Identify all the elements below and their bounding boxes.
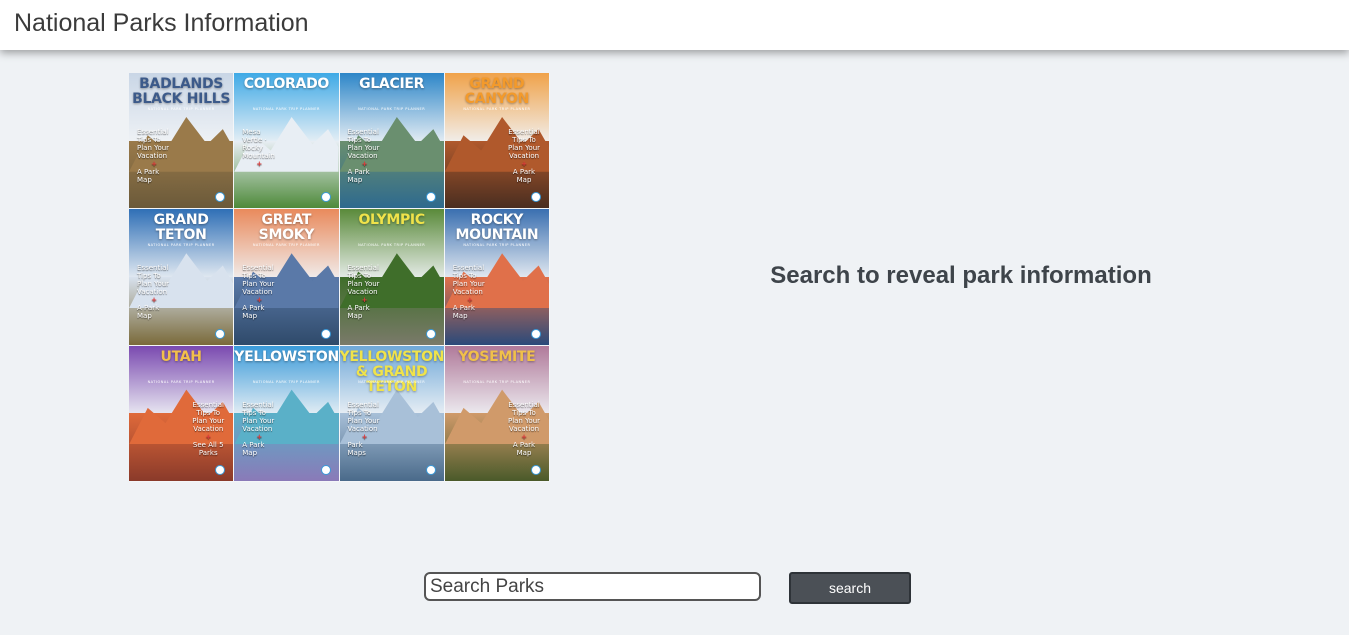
cover-tips-text: Essential Tips To Plan Your Vacation	[347, 400, 380, 433]
cover-tips-text: Essential Tips To Plan Your Vacation	[452, 264, 485, 297]
cover-subtitle: NATIONAL PARK TRIP PLANNER	[358, 107, 426, 111]
cover-subtitle: NATIONAL PARK TRIP PLANNER	[463, 107, 531, 111]
cover-tips-text: Essential Tips To Plan Your Vacation	[507, 128, 541, 160]
app-header: National Parks Information	[0, 0, 1349, 50]
cover-extra-text: A Park Map	[512, 440, 536, 457]
plus-icon: +	[361, 432, 368, 441]
cover-title: YELLOWSTONE & GRAND TETON	[339, 348, 445, 395]
cover-tips: Mesa Verde · Rocky Mountain +	[242, 128, 276, 168]
cover-tips-text: Essential Tips To Plan Your Vacation	[137, 264, 170, 297]
cover-title: UTAH	[160, 348, 202, 365]
park-guide-cover: COLORADO NATIONAL PARK TRIP PLANNER Mesa V…	[234, 73, 340, 210]
plus-icon: +	[521, 432, 527, 441]
cover-title: ROCKY MOUNTAIN	[455, 212, 539, 244]
park-guide-cover: UTAH NATIONAL PARK TRIP PLANNER Essential …	[129, 345, 235, 482]
cover-title: YELLOWSTONE	[234, 348, 340, 365]
cover-subtitle: NATIONAL PARK TRIP PLANNER	[358, 243, 426, 248]
cover-extra-text: A Park Map	[347, 304, 370, 321]
publisher-logo-icon	[320, 328, 331, 339]
cover-subtitle: NATIONAL PARK TRIP PLANNER	[463, 379, 531, 384]
plus-icon: +	[361, 296, 368, 305]
cover-subtitle: NATIONAL PARK TRIP PLANNER	[252, 379, 320, 384]
cover-tips-text: Essential Tips To Plan Your Vacation	[347, 128, 380, 160]
plus-icon: +	[256, 160, 263, 168]
cover-tips-text: Essential Tips To Plan Your Vacation	[192, 400, 225, 433]
plus-icon: +	[151, 296, 157, 305]
cover-tips-text: Mesa Verde · Rocky Mountain	[242, 128, 275, 160]
park-guide-cover: GLACIER NATIONAL PARK TRIP PLANNER Essenti…	[339, 73, 445, 210]
cover-tips: Essential Tips To Plan Your Vacation + A P…	[348, 128, 382, 184]
park-guide-cover: ROCKY MOUNTAIN NATIONAL PARK TRIP PLANNER…	[444, 209, 550, 346]
search-input[interactable]	[424, 572, 761, 601]
park-guide-cover: YELLOWSTONE NATIONAL PARK TRIP PLANNER Ess…	[234, 345, 340, 482]
cover-subtitle: NATIONAL PARK TRIP PLANNER	[358, 379, 426, 384]
cover-tips-text: Essential Tips To Plan Your Vacation	[242, 400, 275, 433]
cover-extra-text: A Park Map	[137, 304, 160, 321]
cover-tips: Essential Tips To Plan Your Vacation + A P…	[137, 264, 171, 320]
plus-icon: +	[361, 160, 368, 168]
publisher-logo-icon	[320, 192, 331, 203]
cover-tips-text: Essential Tips To Plan Your Vacation	[242, 264, 275, 297]
plus-icon: +	[466, 296, 473, 305]
cover-extra-text: A Park Map	[242, 440, 265, 457]
plus-icon: +	[256, 296, 263, 305]
publisher-logo-icon	[320, 464, 331, 475]
cover-subtitle: NATIONAL PARK TRIP PLANNER	[252, 107, 320, 111]
cover-extra-text: A Park Map	[242, 304, 265, 321]
cover-title: BADLANDS BLACK HILLS	[132, 76, 231, 107]
cover-tips: Essential Tips To Plan Your Vacation + A P…	[137, 128, 171, 184]
cover-tips: Essential Tips To Plan Your Vacation + Par…	[348, 401, 382, 457]
publisher-logo-icon	[531, 328, 541, 339]
park-guides-collage: BADLANDS BLACK HILLS NATIONAL PARK TRIP P…	[129, 73, 550, 482]
publisher-logo-icon	[215, 328, 226, 339]
publisher-logo-icon	[531, 464, 541, 475]
cover-extra-text: Park Maps	[347, 440, 366, 457]
cover-title: YOSEMITE	[458, 348, 536, 365]
cover-subtitle: NATIONAL PARK TRIP PLANNER	[147, 379, 215, 384]
cover-tips: Essential Tips To Plan Your Vacation + A P…	[507, 128, 541, 184]
park-guide-cover: BADLANDS BLACK HILLS NATIONAL PARK TRIP P…	[129, 73, 235, 210]
cover-title: OLYMPIC	[358, 212, 425, 229]
cover-subtitle: NATIONAL PARK TRIP PLANNER	[147, 107, 215, 111]
park-guide-cover: OLYMPIC NATIONAL PARK TRIP PLANNER Essenti…	[339, 209, 445, 346]
plus-icon: +	[205, 432, 212, 441]
cover-title: GRAND TETON	[153, 212, 209, 244]
cover-title: GREAT SMOKY	[258, 212, 315, 244]
cover-subtitle: NATIONAL PARK TRIP PLANNER	[463, 243, 531, 248]
cover-title: GLACIER	[359, 76, 425, 92]
cover-extra-text: See All 5 Parks	[192, 440, 224, 457]
cover-subtitle: NATIONAL PARK TRIP PLANNER	[252, 243, 320, 248]
cover-extra-text: A Park Map	[452, 304, 475, 321]
plus-icon: +	[521, 160, 527, 168]
park-guide-cover: GRAND CANYON NATIONAL PARK TRIP PLANNER Es…	[444, 73, 550, 210]
plus-icon: +	[151, 160, 157, 168]
cover-tips: Essential Tips To Plan Your Vacation + See…	[191, 401, 225, 457]
cover-tips-text: Essential Tips To Plan Your Vacation	[137, 128, 170, 160]
cover-tips: Essential Tips To Plan Your Vacation + A P…	[242, 264, 276, 320]
park-guide-cover: YELLOWSTONE & GRAND TETON NATIONAL PARK T…	[339, 345, 445, 482]
cover-tips: Essential Tips To Plan Your Vacation + A P…	[242, 401, 276, 457]
search-button[interactable]: search	[789, 572, 911, 604]
cover-tips: Essential Tips To Plan Your Vacation + A P…	[453, 264, 487, 320]
park-guide-cover: YOSEMITE NATIONAL PARK TRIP PLANNER Essent…	[444, 345, 550, 482]
cover-title: GRAND CANYON	[464, 76, 530, 107]
cover-tips-text: Essential Tips To Plan Your Vacation	[347, 264, 380, 297]
publisher-logo-icon	[425, 464, 436, 475]
cover-tips: Essential Tips To Plan Your Vacation + A P…	[348, 264, 382, 320]
cover-extra-text: A Park Map	[512, 168, 536, 184]
cover-extra-text: A Park Map	[137, 168, 160, 184]
cover-tips: Essential Tips To Plan Your Vacation + A P…	[507, 401, 541, 457]
search-prompt: Search to reveal park information	[770, 262, 1152, 289]
plus-icon: +	[256, 432, 263, 441]
cover-subtitle: NATIONAL PARK TRIP PLANNER	[147, 243, 215, 248]
cover-title: COLORADO	[243, 76, 330, 92]
park-guide-cover: GREAT SMOKY NATIONAL PARK TRIP PLANNER Ess…	[234, 209, 340, 346]
cover-extra-text: A Park Map	[347, 168, 370, 184]
publisher-logo-icon	[425, 328, 436, 339]
cover-tips-text: Essential Tips To Plan Your Vacation	[507, 400, 541, 433]
page-title: National Parks Information	[14, 9, 309, 37]
park-guide-cover: GRAND TETON NATIONAL PARK TRIP PLANNER Ess…	[129, 209, 235, 346]
